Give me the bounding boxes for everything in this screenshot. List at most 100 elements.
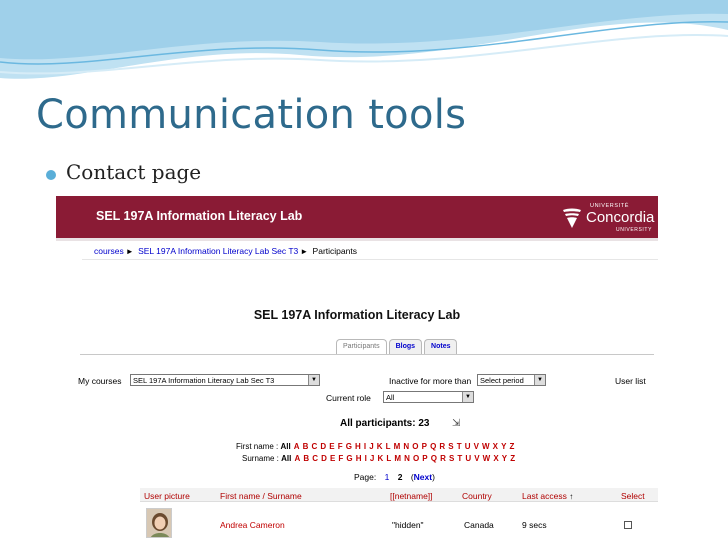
surname-letter-l[interactable]: L — [386, 454, 391, 463]
page-link-1[interactable]: 1 — [385, 472, 390, 482]
surname-letter-d[interactable]: D — [321, 454, 327, 463]
tab-participants[interactable]: Participants — [336, 339, 387, 355]
first-name-all[interactable]: All — [280, 442, 290, 451]
first-name-letter-k[interactable]: K — [377, 442, 383, 451]
page-link-2[interactable]: 2 — [398, 472, 403, 482]
surname-letter-y[interactable]: Y — [502, 454, 507, 463]
inactive-period-select[interactable]: Select period ▼ — [477, 374, 546, 386]
current-role-select[interactable]: All ▼ — [383, 391, 474, 403]
first-name-letter-r[interactable]: R — [439, 442, 445, 451]
first-name-letter-a[interactable]: A — [294, 442, 300, 451]
first-name-letter-m[interactable]: M — [394, 442, 401, 451]
surname-letter-u[interactable]: U — [465, 454, 471, 463]
surname-letter-j[interactable]: J — [370, 454, 374, 463]
breadcrumb-separator: ► — [125, 247, 134, 256]
surname-letter-x[interactable]: X — [493, 454, 498, 463]
row-name-link[interactable]: Andrea Cameron — [220, 520, 285, 530]
surname-letter-k[interactable]: K — [377, 454, 383, 463]
surname-letter-o[interactable]: O — [413, 454, 419, 463]
surname-letter-r[interactable]: R — [440, 454, 446, 463]
surname-letter-q[interactable]: Q — [431, 454, 437, 463]
header-netname[interactable]: [[netname]] — [390, 491, 433, 501]
user-list-label: User list — [615, 376, 646, 386]
breadcrumb-course[interactable]: SEL 197A Information Literacy Lab Sec T3 — [138, 246, 298, 256]
surname-letter-p[interactable]: P — [422, 454, 427, 463]
first-name-letter-p[interactable]: P — [422, 442, 427, 451]
first-name-letter-x[interactable]: X — [493, 442, 498, 451]
tab-notes[interactable]: Notes — [424, 339, 458, 355]
site-title[interactable]: SEL 197A Information Literacy Lab — [96, 209, 302, 223]
course-heading: SEL 197A Information Literacy Lab — [253, 308, 461, 322]
decorative-wave — [0, 0, 728, 79]
tab-bar: Participants Blogs Notes — [336, 339, 459, 355]
next-page-link[interactable]: Next — [414, 472, 432, 482]
first-name-letter-i[interactable]: I — [364, 442, 366, 451]
slide-title: Communication tools — [36, 92, 467, 138]
current-role-value: All — [386, 393, 395, 402]
surname-letter-i[interactable]: I — [365, 454, 367, 463]
my-courses-select[interactable]: SEL 197A Information Literacy Lab Sec T3… — [130, 374, 320, 386]
surname-letter-c[interactable]: C — [312, 454, 318, 463]
first-name-letter-g[interactable]: G — [346, 442, 352, 451]
first-name-letter-u[interactable]: U — [465, 442, 471, 451]
row-country: Canada — [464, 520, 494, 530]
breadcrumb-divider — [82, 259, 658, 260]
surname-letter-w[interactable]: W — [483, 454, 491, 463]
participants-count: All participants: 23 — [340, 418, 430, 429]
first-name-letter-b[interactable]: B — [303, 442, 309, 451]
surname-letter-e[interactable]: E — [330, 454, 335, 463]
first-name-letter-v[interactable]: V — [474, 442, 479, 451]
first-name-letter-f[interactable]: F — [338, 442, 343, 451]
logo-lower-text: UNIVERSITY — [616, 227, 653, 233]
header-name[interactable]: First name / Surname — [220, 491, 302, 501]
surname-letter-z[interactable]: Z — [510, 454, 515, 463]
chevron-down-icon: ▼ — [308, 375, 319, 385]
breadcrumb-courses[interactable]: courses — [94, 246, 124, 256]
first-name-letter-e[interactable]: E — [329, 442, 334, 451]
first-name-filter: First name : All A B C D E F G H I J K L M N O P Q R S T U V W X… — [236, 442, 514, 451]
surname-letter-n[interactable]: N — [404, 454, 410, 463]
header-last-access[interactable]: Last access ↑ — [522, 491, 573, 501]
first-name-letter-h[interactable]: H — [355, 442, 361, 451]
first-name-letter-j[interactable]: J — [369, 442, 373, 451]
first-name-letter-d[interactable]: D — [320, 442, 326, 451]
surname-label: Surname : — [242, 454, 279, 463]
surname-letter-a[interactable]: A — [294, 454, 300, 463]
first-name-letter-y[interactable]: Y — [501, 442, 506, 451]
breadcrumb-separator: ► — [300, 247, 309, 256]
surname-letter-f[interactable]: F — [338, 454, 343, 463]
first-name-letter-z[interactable]: Z — [510, 442, 515, 451]
toggle-icon[interactable]: ⇲ — [452, 418, 460, 429]
first-name-letter-s[interactable]: S — [448, 442, 453, 451]
chevron-down-icon: ▼ — [462, 392, 473, 402]
surname-letter-m[interactable]: M — [394, 454, 401, 463]
surname-all[interactable]: All — [281, 454, 291, 463]
tab-blogs[interactable]: Blogs — [388, 339, 423, 355]
first-name-letter-o[interactable]: O — [412, 442, 418, 451]
concordia-logo[interactable]: UNIVERSITÉ Concordia UNIVERSITY — [560, 202, 658, 234]
first-name-letter-n[interactable]: N — [403, 442, 409, 451]
chevron-down-icon: ▼ — [534, 375, 545, 385]
surname-letter-v[interactable]: V — [474, 454, 479, 463]
row-select-checkbox[interactable] — [624, 521, 632, 529]
first-name-letter-q[interactable]: Q — [430, 442, 436, 451]
surname-letter-h[interactable]: H — [356, 454, 362, 463]
embedded-screenshot: SEL 197A Information Literacy Lab UNIVER… — [56, 196, 658, 546]
surname-letter-g[interactable]: G — [346, 454, 352, 463]
surname-letter-t[interactable]: T — [457, 454, 462, 463]
surname-letter-b[interactable]: B — [303, 454, 309, 463]
first-name-letter-t[interactable]: T — [457, 442, 462, 451]
site-banner: SEL 197A Information Literacy Lab UNIVER… — [56, 196, 658, 238]
surname-filter: Surname : All A B C D E F G H I J K L M N O P Q R S T U V W X Y Z — [242, 454, 515, 463]
first-name-label: First name : — [236, 442, 279, 451]
tab-divider — [80, 354, 654, 355]
avatar[interactable] — [146, 508, 172, 538]
my-courses-label: My courses — [78, 376, 122, 386]
first-name-letter-c[interactable]: C — [312, 442, 318, 451]
surname-letter-s[interactable]: S — [449, 454, 454, 463]
first-name-letter-w[interactable]: W — [482, 442, 490, 451]
header-last-access-label: Last access — [522, 491, 567, 501]
header-country[interactable]: Country — [462, 491, 492, 501]
first-name-letter-l[interactable]: L — [386, 442, 391, 451]
header-select: Select — [621, 491, 645, 501]
